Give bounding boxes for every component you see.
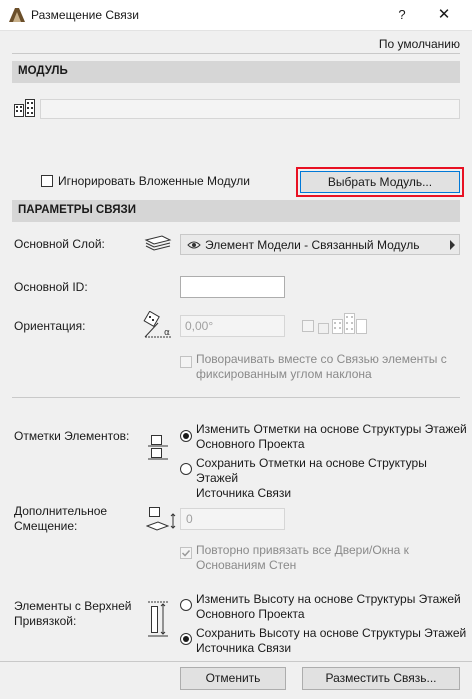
module-orientation-icon [318,313,368,335]
top-option-change-line2: Основного Проекта [196,607,305,621]
top-option-keep-label: Сохранить Высоту на основе Структуры Эта… [196,626,466,656]
layers-icon [144,234,172,252]
default-settings-button[interactable]: По умолчанию [379,37,460,51]
archicad-app-icon [9,8,25,22]
elevation-option-change-radio[interactable] [180,430,192,442]
elevation-option-keep-label: Сохранить Отметки на основе Структуры Эт… [196,456,472,501]
ignore-nested-modules-label: Игнорировать Вложенные Модули [58,174,251,188]
help-button[interactable]: ? [382,4,422,26]
extra-offset-line2: Смещение: [14,519,78,533]
svg-text:α: α [164,328,170,338]
module-section-header: МОДУЛЬ [12,61,460,83]
close-button[interactable]: ✕ [424,4,464,26]
orientation-angle-icon: α [142,311,176,341]
element-elevations-label: Отметки Элементов: [14,429,130,443]
main-layer-select[interactable]: Элемент Модели - Связанный Модуль [180,234,460,255]
elevation-option-change-line1: Изменить Отметки на основе Структуры Эта… [196,422,467,436]
top-link-height-icon [146,600,170,640]
main-id-input[interactable] [180,276,285,298]
cancel-button[interactable]: Отменить [180,667,286,690]
section-title: ПАРАМЕТРЫ СВЯЗИ [18,204,136,216]
section-title: МОДУЛЬ [18,65,68,77]
divider [12,53,460,54]
orientation-angle-field: 0,00° [180,315,285,337]
main-id-label: Основной ID: [14,280,88,294]
module-file-icon [14,99,36,117]
elevation-option-change-label: Изменить Отметки на основе Структуры Эта… [196,422,467,452]
top-linked-label: Элементы с Верхней Привязкой: [14,599,131,629]
main-layer-value: Элемент Модели - Связанный Модуль [205,238,420,252]
top-option-keep-line2: Источника Связи [196,641,292,655]
orientation-lock-checkbox [302,320,314,332]
elevation-option-keep-line2: Источника Связи [196,486,292,500]
top-option-keep-line1: Сохранить Высоту на основе Структуры Эта… [196,626,467,640]
main-layer-label: Основной Слой: [14,237,105,251]
link-params-section-header: ПАРАМЕТРЫ СВЯЗИ [12,200,460,222]
rebind-doors-line2: Основаниям Стен [196,558,297,572]
elevation-option-keep-radio[interactable] [180,463,192,475]
eye-icon [187,240,201,250]
chevron-right-icon [450,240,455,250]
top-option-change-label: Изменить Высоту на основе Структуры Этаж… [196,592,461,622]
elevation-option-change-line2: Основного Проекта [196,437,305,451]
ignore-nested-modules-checkbox[interactable] [41,175,53,187]
rotate-with-link-label: Поворачивать вместе со Связью элементы с… [196,352,447,382]
story-elevation-icon [146,433,170,463]
divider [0,661,472,662]
top-option-change-radio[interactable] [180,599,192,611]
choose-module-button[interactable]: Выбрать Модуль... [300,171,460,193]
rebind-doors-label: Повторно привязать все Двери/Окна к Осно… [196,543,409,573]
title-bar: Размещение Связи ? ✕ [0,0,472,31]
divider [12,397,460,398]
top-option-keep-radio[interactable] [180,633,192,645]
orientation-label: Ориентация: [14,319,86,333]
extra-offset-label: Дополнительное Смещение: [14,504,107,534]
top-linked-line2: Привязкой: [14,614,77,628]
offset-icon [146,506,178,532]
module-path-field [40,99,460,119]
window-title: Размещение Связи [31,8,139,22]
extra-offset-line1: Дополнительное [14,504,108,518]
top-linked-line1: Элементы с Верхней [14,599,132,613]
rotate-with-link-label-line2: фиксированным углом наклона [196,367,372,381]
extra-offset-field: 0 [180,508,285,530]
checkmark-icon [181,549,191,557]
rebind-doors-line1: Повторно привязать все Двери/Окна к [196,543,409,557]
elevation-option-keep-line1: Сохранить Отметки на основе Структуры Эт… [196,456,427,485]
rebind-doors-checkbox [180,547,192,559]
place-link-button[interactable]: Разместить Связь... [302,667,460,690]
rotate-with-link-label-line1: Поворачивать вместе со Связью элементы с [196,352,447,366]
rotate-with-link-checkbox [180,356,192,368]
top-option-change-line1: Изменить Высоту на основе Структуры Этаж… [196,592,461,606]
